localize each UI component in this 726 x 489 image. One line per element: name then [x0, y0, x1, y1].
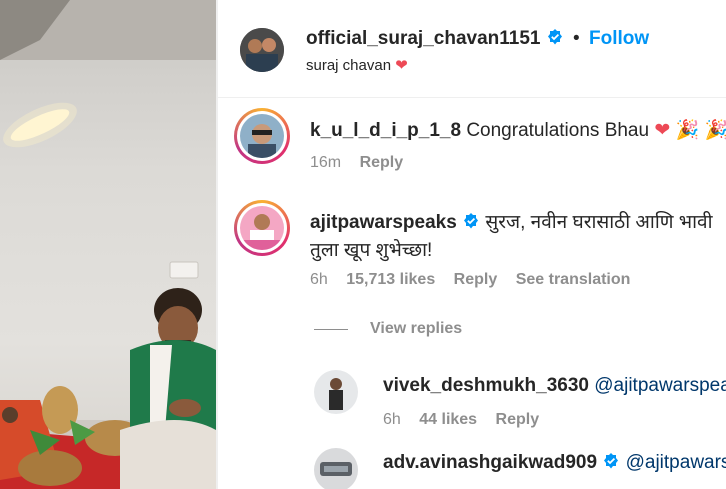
- reply-line-vivek: vivek_deshmukh_3630 @ajitpawarspeaks: [383, 375, 726, 397]
- reply-mention[interactable]: @ajitpawarspeaks: [626, 452, 726, 473]
- view-replies-line: [314, 329, 348, 330]
- house-warming-photo: [0, 0, 216, 489]
- heart-emoji-icon: ❤: [395, 57, 408, 74]
- comment-line-ajitpawar-1: ajitpawarspeaks सुरज, नवीन घरासाठी आणि भ…: [310, 208, 713, 236]
- comment-text-continued: तुला खूप शुभेच्छा!: [310, 240, 433, 261]
- author-avatar[interactable]: [240, 28, 284, 72]
- reply-button[interactable]: Reply: [360, 154, 404, 171]
- heart-emoji-icon: ❤: [654, 120, 671, 141]
- view-replies-row: View replies: [370, 320, 476, 338]
- reply-username[interactable]: vivek_deshmukh_3630: [383, 375, 589, 396]
- reply-mention[interactable]: @ajitpawarspeaks: [594, 375, 726, 396]
- comment-likes[interactable]: 15,713 likes: [346, 271, 435, 288]
- follow-button[interactable]: Follow: [589, 28, 649, 49]
- reply-button[interactable]: Reply: [496, 411, 540, 428]
- comment-avatar-kuldip[interactable]: [234, 108, 290, 164]
- header-divider: [218, 97, 726, 98]
- post-caption: suraj chavan: [306, 57, 392, 74]
- verified-badge-icon: [602, 452, 620, 476]
- post-caption-line: suraj chavan ❤: [306, 56, 408, 74]
- reply-line-avinash: adv.avinashgaikwad909 @ajitpawarspeaks: [383, 452, 726, 476]
- author-username[interactable]: official_suraj_chavan1151: [306, 28, 540, 49]
- vivek-avatar-photo: [314, 370, 358, 414]
- comment-time: 6h: [310, 271, 328, 288]
- reply-username[interactable]: adv.avinashgaikwad909: [383, 452, 597, 473]
- comment-text: Congratulations Bhau: [466, 120, 650, 141]
- comment-username[interactable]: k_u_l_d_i_p_1_8: [310, 120, 461, 141]
- comment-meta-kuldip: 16m Reply: [310, 154, 417, 172]
- author-avatar-photo: [240, 28, 284, 72]
- avinash-avatar-photo: [314, 448, 358, 489]
- reply-likes[interactable]: 44 likes: [419, 411, 477, 428]
- comment-avatar-ajitpawar[interactable]: [234, 200, 290, 256]
- comment-meta-ajitpawar: 6h 15,713 likes Reply See translation: [310, 271, 644, 289]
- comments-panel[interactable]: official_suraj_chavan1151 • Follow suraj…: [218, 0, 726, 489]
- comment-username[interactable]: ajitpawarspeaks: [310, 212, 457, 233]
- celebration-emoji-icon: 🎉: [704, 120, 726, 141]
- verified-badge-icon: [546, 28, 564, 52]
- kuldip-avatar-photo: [240, 114, 284, 158]
- celebration-emoji-icon: 🎉: [675, 120, 700, 141]
- verified-badge-icon: [462, 212, 480, 236]
- reply-button[interactable]: Reply: [454, 271, 498, 288]
- reply-time: 6h: [383, 411, 401, 428]
- reply-meta-vivek: 6h 44 likes Reply: [383, 411, 553, 429]
- see-translation-button[interactable]: See translation: [516, 271, 631, 288]
- ajitpawar-avatar-photo: [240, 206, 284, 250]
- reply-avatar-avinash[interactable]: [314, 448, 358, 489]
- comment-time: 16m: [310, 154, 342, 171]
- comment-line-ajitpawar-2: तुला खूप शुभेच्छा!: [310, 236, 432, 262]
- comment-text: सुरज, नवीन घरासाठी आणि भावी: [485, 212, 713, 233]
- view-replies-button[interactable]: View replies: [370, 320, 462, 337]
- post-photo: [0, 0, 216, 489]
- header-separator-dot: •: [573, 28, 580, 49]
- comment-line-kuldip: k_u_l_d_i_p_1_8 Congratulations Bhau ❤ 🎉…: [310, 118, 726, 142]
- reply-avatar-vivek[interactable]: [314, 370, 358, 414]
- post-header-line: official_suraj_chavan1151 • Follow: [306, 28, 649, 52]
